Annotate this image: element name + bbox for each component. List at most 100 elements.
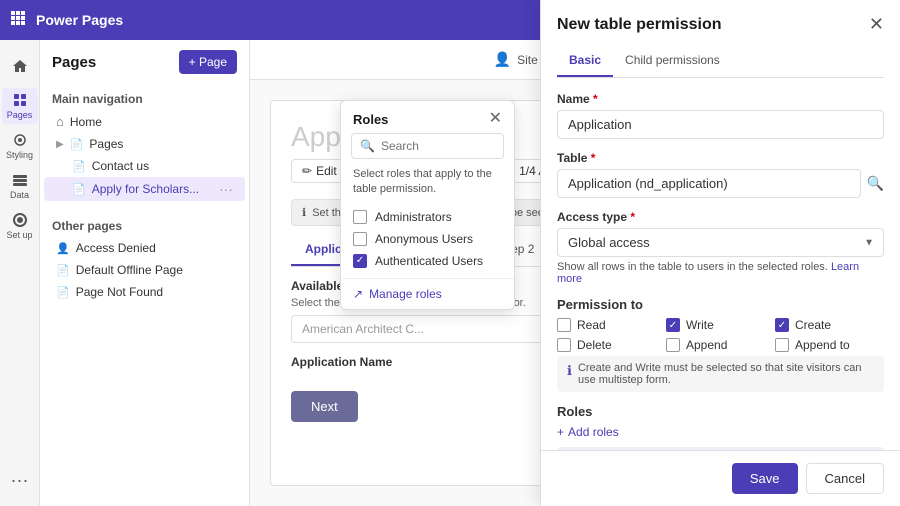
nav-item-pages[interactable]: ▶ 📄 Pages <box>44 133 245 155</box>
tab-child-permissions[interactable]: Child permissions <box>613 45 732 77</box>
roles-popup-title: Roles <box>353 112 388 127</box>
access-denied-icon: 👤 <box>56 242 70 255</box>
perm-write: Write <box>666 318 775 332</box>
nav-item-access-denied[interactable]: 👤 Access Denied <box>44 237 245 259</box>
administrators-checkbox[interactable] <box>353 210 367 224</box>
write-checkbox[interactable] <box>666 318 680 332</box>
manage-roles-button[interactable]: ↗ Manage roles <box>341 278 514 301</box>
nav-contact-label: Contact us <box>92 159 149 173</box>
icon-sidebar: Pages Styling Data Set up ··· <box>0 40 40 506</box>
roles-popup: Roles ✕ 🔍 Select roles that apply to the… <box>340 100 515 310</box>
sidebar-item-home[interactable] <box>2 48 38 84</box>
add-page-button[interactable]: + Page <box>179 50 237 74</box>
anonymous-checkbox[interactable] <box>353 232 367 246</box>
panel-permissions-section: Permission to Read Write Create <box>557 297 884 392</box>
tab-basic[interactable]: Basic <box>557 45 613 77</box>
not-found-icon: 📄 <box>56 286 70 299</box>
main-layout: Pages Styling Data Set up ··· Pages + <box>0 40 900 506</box>
edit-icon: ✏ <box>302 164 312 178</box>
nav-item-apply[interactable]: 📄 Apply for Scholars... ··· <box>44 177 245 201</box>
plus-icon: + <box>557 425 564 439</box>
search-icon: 🔍 <box>360 139 375 153</box>
delete-checkbox[interactable] <box>557 338 571 352</box>
save-button[interactable]: Save <box>732 463 798 494</box>
append-to-checkbox[interactable] <box>775 338 789 352</box>
sidebar-pages-label: Pages <box>7 110 33 120</box>
panel-footer: Save Cancel <box>541 450 900 506</box>
home-icon: ⌂ <box>56 114 64 129</box>
info-icon: ℹ <box>302 206 306 219</box>
anonymous-label: Anonymous Users <box>375 232 473 246</box>
sidebar-styling-label: Styling <box>6 150 33 160</box>
sidebar-item-data[interactable]: Data <box>2 168 38 204</box>
table-input[interactable] <box>557 169 861 198</box>
pages-sidebar-title: Pages <box>52 54 96 71</box>
role-administrators[interactable]: Administrators <box>341 206 514 228</box>
nav-item-not-found[interactable]: 📄 Page Not Found <box>44 281 245 303</box>
cancel-button[interactable]: Cancel <box>806 463 884 494</box>
right-panel: New table permission ✕ Basic Child permi… <box>540 40 900 506</box>
role-anonymous[interactable]: Anonymous Users <box>341 228 514 250</box>
panel-roles-section: Roles + Add roles 👤 Authenticated Users … <box>557 404 884 450</box>
pages-icon: 📄 <box>70 138 84 151</box>
append-checkbox[interactable] <box>666 338 680 352</box>
other-pages-section: Other pages <box>40 211 249 237</box>
access-info: Show all rows in the table to users in t… <box>557 261 884 285</box>
name-input[interactable] <box>557 110 884 139</box>
add-roles-button[interactable]: + Add roles <box>557 425 884 439</box>
nav-item-more-icon[interactable]: ··· <box>219 181 233 197</box>
authenticated-label: Authenticated Users <box>375 254 483 268</box>
roles-section-label: Roles <box>557 404 884 419</box>
sidebar-item-styling[interactable]: Styling <box>2 128 38 164</box>
access-type-select[interactable]: Global access <box>557 228 884 257</box>
table-row: 🔍 <box>557 169 884 198</box>
nav-home-label: Home <box>70 115 102 129</box>
perm-append: Append <box>666 338 775 352</box>
nav-item-offline[interactable]: 📄 Default Offline Page <box>44 259 245 281</box>
nav-access-label: Access Denied <box>76 241 156 255</box>
authenticated-checkbox[interactable] <box>353 254 367 268</box>
read-checkbox[interactable] <box>557 318 571 332</box>
pages-sidebar-header: Pages + Page <box>40 50 249 84</box>
create-checkbox[interactable] <box>775 318 789 332</box>
role-authenticated[interactable]: Authenticated Users <box>341 250 514 272</box>
info-circle-icon: ℹ <box>567 363 572 379</box>
panel-name-field: Name * <box>557 92 884 139</box>
roles-popup-header: Roles ✕ <box>341 101 514 133</box>
access-type-label: Access type * <box>557 210 884 224</box>
table-label: Table * <box>557 151 884 165</box>
sidebar-data-label: Data <box>10 190 29 200</box>
panel-table-field: Table * 🔍 <box>557 151 884 198</box>
grid-icon[interactable] <box>10 10 26 31</box>
sidebar-setup-label: Set up <box>6 230 32 240</box>
sidebar-item-pages[interactable]: Pages <box>2 88 38 124</box>
site-icon: 👤 <box>494 51 511 68</box>
main-nav-section: Main navigation <box>40 84 249 110</box>
panel-access-type-field: Access type * Global access ▼ Show all r… <box>557 210 884 285</box>
manage-roles-label: Manage roles <box>369 287 442 301</box>
contact-page-icon: 📄 <box>72 160 86 173</box>
panel-tabs: Basic Child permissions <box>557 45 884 78</box>
scholarships-input[interactable]: American Architect C... <box>291 315 571 343</box>
offline-page-icon: 📄 <box>56 264 70 277</box>
apply-page-icon: 📄 <box>72 183 86 196</box>
next-button[interactable]: Next <box>291 391 358 422</box>
pages-sidebar: Pages + Page Main navigation ⌂ Home ▶ 📄 … <box>40 40 250 506</box>
roles-search-input[interactable] <box>381 139 495 153</box>
perm-create: Create <box>775 318 884 332</box>
roles-popup-close-button[interactable]: ✕ <box>489 111 502 127</box>
access-type-select-wrap: Global access ▼ <box>557 228 884 257</box>
table-search-icon[interactable]: 🔍 <box>867 175 884 192</box>
roles-search-box[interactable]: 🔍 <box>351 133 504 159</box>
permissions-grid: Read Write Create Delete <box>557 318 884 352</box>
nav-item-home[interactable]: ⌂ Home <box>44 110 245 133</box>
sidebar-item-setup[interactable]: Set up <box>2 208 38 244</box>
manage-roles-icon: ↗ <box>353 287 363 301</box>
name-label: Name * <box>557 92 884 106</box>
nav-item-contact[interactable]: 📄 Contact us <box>44 155 245 177</box>
sidebar-more-icon[interactable]: ··· <box>2 462 38 498</box>
create-write-info: ℹ Create and Write must be selected so t… <box>557 356 884 392</box>
permission-to-label: Permission to <box>557 297 884 312</box>
panel-body: Name * Table * 🔍 Access type * <box>541 78 900 450</box>
nav-pages-label: Pages <box>89 137 123 151</box>
